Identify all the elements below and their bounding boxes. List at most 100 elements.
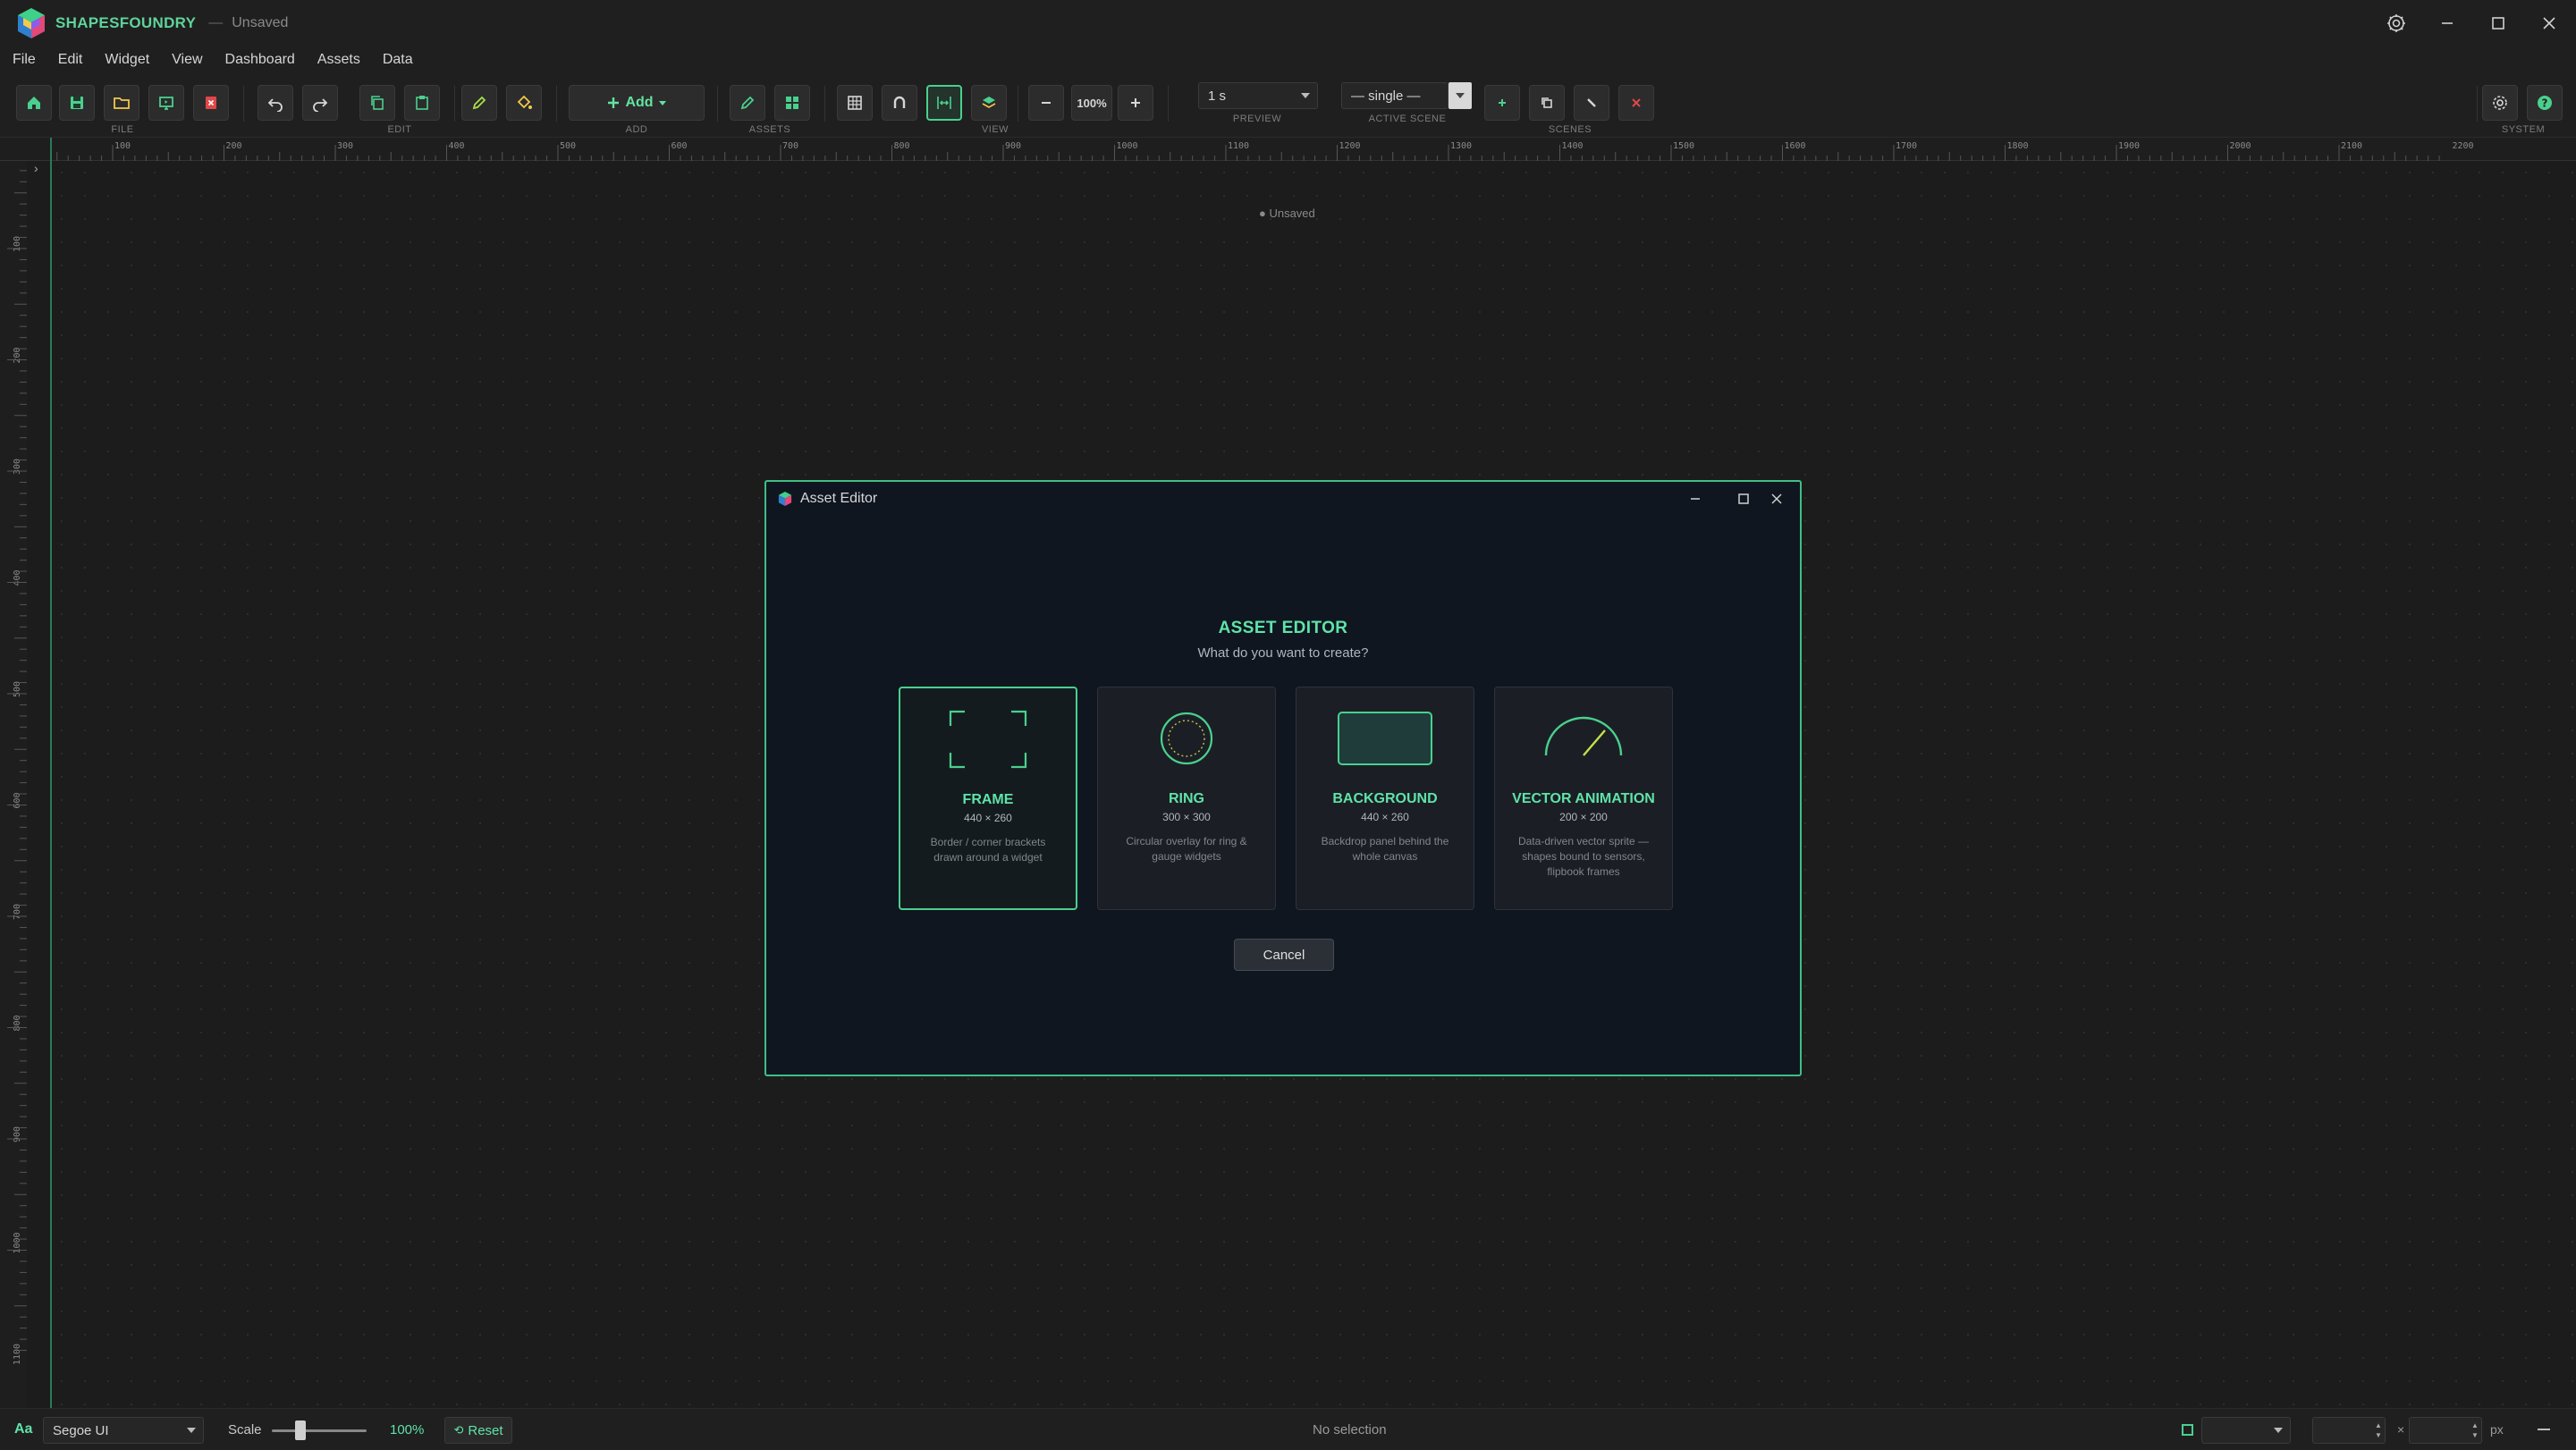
gear-icon	[2493, 96, 2507, 110]
layers-button[interactable]	[971, 85, 1007, 121]
horizontal-ruler: 100 200 300 400 500 600 700 800 900 1000 1100 1200 1…	[0, 138, 2576, 161]
ruler-tick-label: 1700	[1896, 141, 1917, 151]
ruler-tick-label: 800	[13, 1015, 22, 1031]
rename-scene-button[interactable]	[1574, 85, 1609, 121]
grid-toggle-button[interactable]	[837, 85, 873, 121]
ruler-tick-label: 100	[13, 236, 22, 252]
settings-cog-button[interactable]	[2371, 0, 2421, 46]
card-title: VECTOR ANIMATION	[1512, 791, 1655, 806]
pen-icon	[740, 96, 755, 110]
status-bar: Aa Segoe UI Scale 100% ⟲ Reset No select…	[0, 1408, 2576, 1450]
bounds-toggle-icon[interactable]	[2182, 1424, 2193, 1436]
background-panel-icon	[1338, 712, 1432, 765]
snap-toggle-button[interactable]	[882, 85, 917, 121]
ruler-tick-label: 1000	[1117, 141, 1138, 151]
ruler-tick-label: 1900	[2118, 141, 2140, 151]
asset-editor-button[interactable]	[730, 85, 765, 121]
zoom-in-button[interactable]	[1118, 85, 1153, 121]
preview-interval-select[interactable]: 1 s	[1198, 82, 1318, 109]
menu-view[interactable]: View	[172, 52, 202, 68]
collapse-icon[interactable]	[2538, 1429, 2550, 1430]
fill-button[interactable]	[506, 85, 542, 121]
cancel-button[interactable]: Cancel	[1234, 939, 1334, 971]
scale-slider-thumb[interactable]	[294, 1420, 306, 1440]
pencil-icon	[472, 96, 486, 110]
menu-widget[interactable]: Widget	[105, 52, 149, 68]
menu-dashboard[interactable]: Dashboard	[225, 52, 295, 68]
asset-type-card-ring[interactable]: RING 300 × 300 Circular overlay for ring…	[1097, 687, 1276, 910]
maximize-button[interactable]	[2473, 0, 2523, 46]
menu-assets[interactable]: Assets	[317, 52, 360, 68]
redo-button[interactable]	[302, 85, 338, 121]
save-button[interactable]	[59, 85, 95, 121]
close-file-button[interactable]	[193, 85, 229, 121]
vertical-ruler: 100 200 300 400 500 600 700 800 900 1000 1100	[0, 161, 27, 1408]
ruler-tick-label: 1800	[2007, 141, 2029, 151]
minimize-button[interactable]	[2422, 0, 2472, 46]
group-label-view: VIEW	[981, 124, 1009, 135]
dialog-title-bar: Asset Editor	[766, 482, 1800, 515]
app-logo-icon	[18, 8, 45, 38]
group-label-assets: ASSETS	[748, 124, 791, 135]
asset-type-card-frame[interactable]: FRAME 440 × 260 Border / corner brackets…	[899, 687, 1077, 910]
spinner-icon[interactable]: ▲ ▼	[2471, 1420, 2479, 1440]
card-description: Circular overlay for ring & gauge widget…	[1126, 835, 1247, 863]
delete-scene-button[interactable]	[1618, 85, 1654, 121]
width-input[interactable]: ▲ ▼	[2312, 1417, 2386, 1444]
copy-button[interactable]	[359, 85, 395, 121]
reset-scale-button[interactable]: ⟲ Reset	[444, 1417, 512, 1444]
dialog-close-button[interactable]	[1752, 482, 1802, 515]
group-label-preview: PREVIEW	[1232, 114, 1282, 124]
duplicate-scene-button[interactable]	[1529, 85, 1565, 121]
group-label-active-scene: ACTIVE SCENE	[1368, 114, 1447, 124]
scale-slider-track[interactable]	[272, 1429, 367, 1432]
pencil-button[interactable]	[461, 85, 497, 121]
preview-window-button[interactable]	[148, 85, 184, 121]
help-button[interactable]: ?	[2527, 85, 2563, 121]
add-button[interactable]: Add	[569, 85, 705, 121]
menu-file[interactable]: File	[13, 52, 36, 68]
ruler-tick-label: 300	[13, 459, 22, 475]
ruler-tick-label: 400	[449, 141, 465, 151]
unsaved-indicator: ● Unsaved	[1259, 207, 1315, 220]
duplicate-icon	[1541, 97, 1552, 108]
menu-edit[interactable]: Edit	[58, 52, 83, 68]
chevron-down-icon	[1301, 93, 1310, 98]
settings-button[interactable]	[2482, 85, 2518, 121]
font-icon: Aa	[14, 1421, 33, 1437]
undo-button[interactable]	[258, 85, 293, 121]
fit-width-button[interactable]	[926, 85, 962, 121]
card-size: 440 × 260	[1361, 811, 1409, 823]
minus-icon	[1042, 102, 1051, 104]
ruler-tick-label: 2000	[2230, 141, 2251, 151]
active-scene-dropdown-button[interactable]	[1448, 82, 1472, 109]
home-button[interactable]	[16, 85, 52, 121]
paste-button[interactable]	[404, 85, 440, 121]
menu-bar: File Edit Widget View Dashboard Assets D…	[0, 46, 2576, 73]
active-scene-select[interactable]: — single —	[1341, 82, 1448, 109]
magnet-icon	[893, 96, 906, 108]
active-scene-value: — single —	[1351, 88, 1421, 104]
add-button-label: Add	[625, 95, 654, 110]
frame-corners-icon	[949, 710, 1027, 769]
font-family-select[interactable]: Segoe UI	[43, 1417, 204, 1444]
height-input[interactable]: ▲ ▼	[2409, 1417, 2482, 1444]
zoom-out-button[interactable]	[1028, 85, 1064, 121]
ruler-tick-label: 1100	[13, 1344, 22, 1365]
close-button[interactable]	[2524, 0, 2574, 46]
menu-data[interactable]: Data	[383, 52, 413, 68]
dialog-minimize-button[interactable]	[1670, 482, 1720, 515]
unit-select[interactable]	[2201, 1417, 2291, 1444]
dialog-heading: ASSET EDITOR	[1218, 619, 1348, 637]
asset-library-button[interactable]	[774, 85, 810, 121]
asset-type-card-vector-animation[interactable]: VECTOR ANIMATION 200 × 200 Data-driven v…	[1494, 687, 1673, 910]
panel-expand-chevron-icon[interactable]: ›	[34, 161, 38, 175]
add-scene-button[interactable]	[1484, 85, 1520, 121]
fit-width-icon	[937, 97, 951, 109]
copy-icon	[371, 96, 384, 110]
ruler-tick-label: 400	[13, 569, 22, 586]
asset-type-card-background[interactable]: BACKGROUND 440 × 260 Backdrop panel behi…	[1296, 687, 1474, 910]
open-button[interactable]	[104, 85, 139, 121]
spinner-icon[interactable]: ▲ ▼	[2375, 1420, 2382, 1440]
close-icon	[1771, 493, 1782, 504]
